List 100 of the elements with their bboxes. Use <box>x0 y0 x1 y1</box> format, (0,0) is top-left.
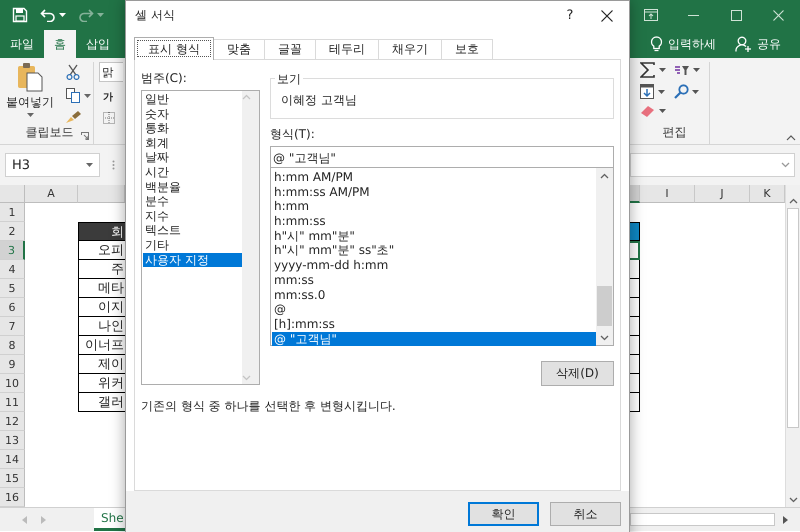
row-header[interactable]: 12 <box>0 412 25 431</box>
fill-down-icon[interactable] <box>640 84 654 99</box>
row-header[interactable]: 3 <box>0 241 25 260</box>
name-box[interactable]: H3 <box>5 153 100 177</box>
format-item[interactable]: @ "고객님" <box>272 332 596 346</box>
row-header[interactable]: 13 <box>0 431 25 450</box>
row-header[interactable]: 10 <box>0 374 25 393</box>
row-header[interactable]: 2 <box>0 222 25 241</box>
category-item[interactable]: 회계 <box>143 136 242 150</box>
save-icon[interactable] <box>12 7 28 23</box>
column-header[interactable] <box>630 185 640 203</box>
help-button[interactable]: ? <box>555 8 585 23</box>
sheet-tab[interactable]: She <box>94 508 125 531</box>
lightbulb-icon[interactable] <box>650 36 663 52</box>
column-header[interactable]: A <box>25 185 78 203</box>
horizontal-scrollbar[interactable] <box>630 513 775 526</box>
format-item[interactable]: h:mm:ss <box>272 214 596 229</box>
share-icon[interactable] <box>735 36 752 52</box>
ribbon-tab[interactable]: 파일 <box>0 30 44 58</box>
caret-icon[interactable] <box>693 68 700 72</box>
format-item[interactable]: h"시" mm"분" ss"초" <box>272 243 596 258</box>
minimize-icon[interactable] <box>688 14 700 16</box>
caret-icon[interactable] <box>692 90 699 94</box>
category-item[interactable]: 통화 <box>143 121 242 136</box>
tell-me-field[interactable]: 입력하세 <box>668 36 716 52</box>
close-icon[interactable] <box>601 10 613 22</box>
share-button[interactable]: 공유 <box>757 36 781 52</box>
row-header[interactable]: 5 <box>0 279 25 298</box>
row-header[interactable]: 15 <box>0 469 25 488</box>
row-header[interactable]: 16 <box>0 488 25 507</box>
scroll-down-icon[interactable] <box>600 334 609 340</box>
row-header[interactable]: 8 <box>0 336 25 355</box>
format-item[interactable]: mm:ss.0 <box>272 288 596 302</box>
paste-button[interactable]: 붙여넣기 <box>6 94 54 111</box>
formula-field[interactable] <box>630 153 795 177</box>
format-list[interactable]: h:mm AM/PM h:mm:ss AM/PM h:mm h:mm:ss h"시" mm"분" h"시" mm"분" ss"초" yyyy-mm-dd h:mm mm:ss mm:ss.0 @ [h]:mm:ss @ "고객님" <box>270 168 614 346</box>
font-name-field[interactable]: 맑 <box>99 62 123 82</box>
sigma-icon[interactable] <box>640 62 655 78</box>
category-item[interactable]: 텍스트 <box>143 223 242 238</box>
copy-icon[interactable] <box>66 88 80 103</box>
category-item[interactable]: 숫자 <box>143 106 242 122</box>
category-item[interactable]: 기타 <box>143 238 242 253</box>
scroll-up-icon[interactable] <box>788 198 798 204</box>
ribbon-tab[interactable]: 삽입 <box>76 30 120 58</box>
row-header[interactable]: 14 <box>0 450 25 469</box>
caret-icon[interactable] <box>59 13 66 17</box>
caret-icon[interactable] <box>658 90 665 94</box>
undo-icon[interactable] <box>40 8 56 22</box>
dialog-tab[interactable]: 표시 형식 <box>134 37 214 60</box>
row-header[interactable]: 1 <box>0 203 25 222</box>
sort-filter-icon[interactable] <box>674 64 690 76</box>
scroll-right-icon[interactable] <box>783 516 788 524</box>
column-header[interactable]: K <box>750 185 785 203</box>
search-icon[interactable] <box>674 84 689 99</box>
scissors-icon[interactable] <box>66 64 80 80</box>
caret-icon[interactable] <box>84 94 91 98</box>
category-item[interactable]: 사용자 지정 <box>143 252 242 268</box>
format-item[interactable]: h"시" mm"분" <box>272 228 596 244</box>
caret-icon[interactable] <box>659 109 666 113</box>
ribbon-display-icon[interactable] <box>644 9 658 21</box>
format-item[interactable]: [h]:mm:ss <box>272 316 596 332</box>
collapse-icon[interactable] <box>786 135 796 141</box>
category-item[interactable]: 시간 <box>143 164 242 180</box>
row-header[interactable]: 7 <box>0 317 25 336</box>
format-item[interactable]: h:mm:ss AM/PM <box>272 184 596 200</box>
scroll-thumb[interactable] <box>597 286 612 326</box>
format-item[interactable]: yyyy-mm-dd h:mm <box>272 258 596 273</box>
format-item[interactable]: h:mm <box>272 199 596 214</box>
scroll-up-icon[interactable] <box>600 172 609 178</box>
format-item[interactable]: @ <box>272 302 596 317</box>
delete-button[interactable]: 삭제(D) <box>541 361 614 386</box>
dialog-tab[interactable]: 보호 <box>440 39 493 59</box>
caret-icon[interactable] <box>86 163 93 167</box>
row-header[interactable]: 9 <box>0 355 25 374</box>
paste-icon[interactable] <box>17 62 43 92</box>
dialog-launcher-icon[interactable] <box>81 132 89 140</box>
caret-icon[interactable] <box>659 68 666 72</box>
bold-button[interactable]: 가 <box>99 90 123 104</box>
format-item[interactable]: mm:ss <box>272 272 596 288</box>
column-header[interactable]: I <box>640 185 695 203</box>
row-header[interactable]: 11 <box>0 393 25 412</box>
maximize-icon[interactable] <box>730 10 742 20</box>
brush-icon[interactable] <box>66 111 81 123</box>
more-icon[interactable] <box>112 160 115 170</box>
ribbon-tab[interactable]: 홈 <box>44 30 76 58</box>
eraser-icon[interactable] <box>640 105 655 117</box>
borders-icon[interactable] <box>103 112 115 124</box>
category-list[interactable]: 일반 숫자 통화 회계 날짜 시간 백분율 분수 지수 텍스트 기타 사용자 지정 <box>141 90 260 385</box>
ok-button[interactable]: 확인 <box>468 502 539 526</box>
column-header[interactable]: J <box>695 185 750 203</box>
format-item[interactable]: h:mm AM/PM <box>272 170 596 185</box>
vertical-scrollbar[interactable] <box>785 185 800 507</box>
category-item[interactable]: 백분율 <box>143 180 242 194</box>
category-item[interactable]: 지수 <box>143 208 242 224</box>
scroll-down-icon[interactable] <box>788 496 798 502</box>
row-header[interactable]: 4 <box>0 260 25 279</box>
row-header[interactable]: 6 <box>0 298 25 317</box>
expand-icon[interactable] <box>781 162 790 168</box>
category-item[interactable]: 날짜 <box>143 150 242 165</box>
caret-icon[interactable] <box>26 113 34 117</box>
